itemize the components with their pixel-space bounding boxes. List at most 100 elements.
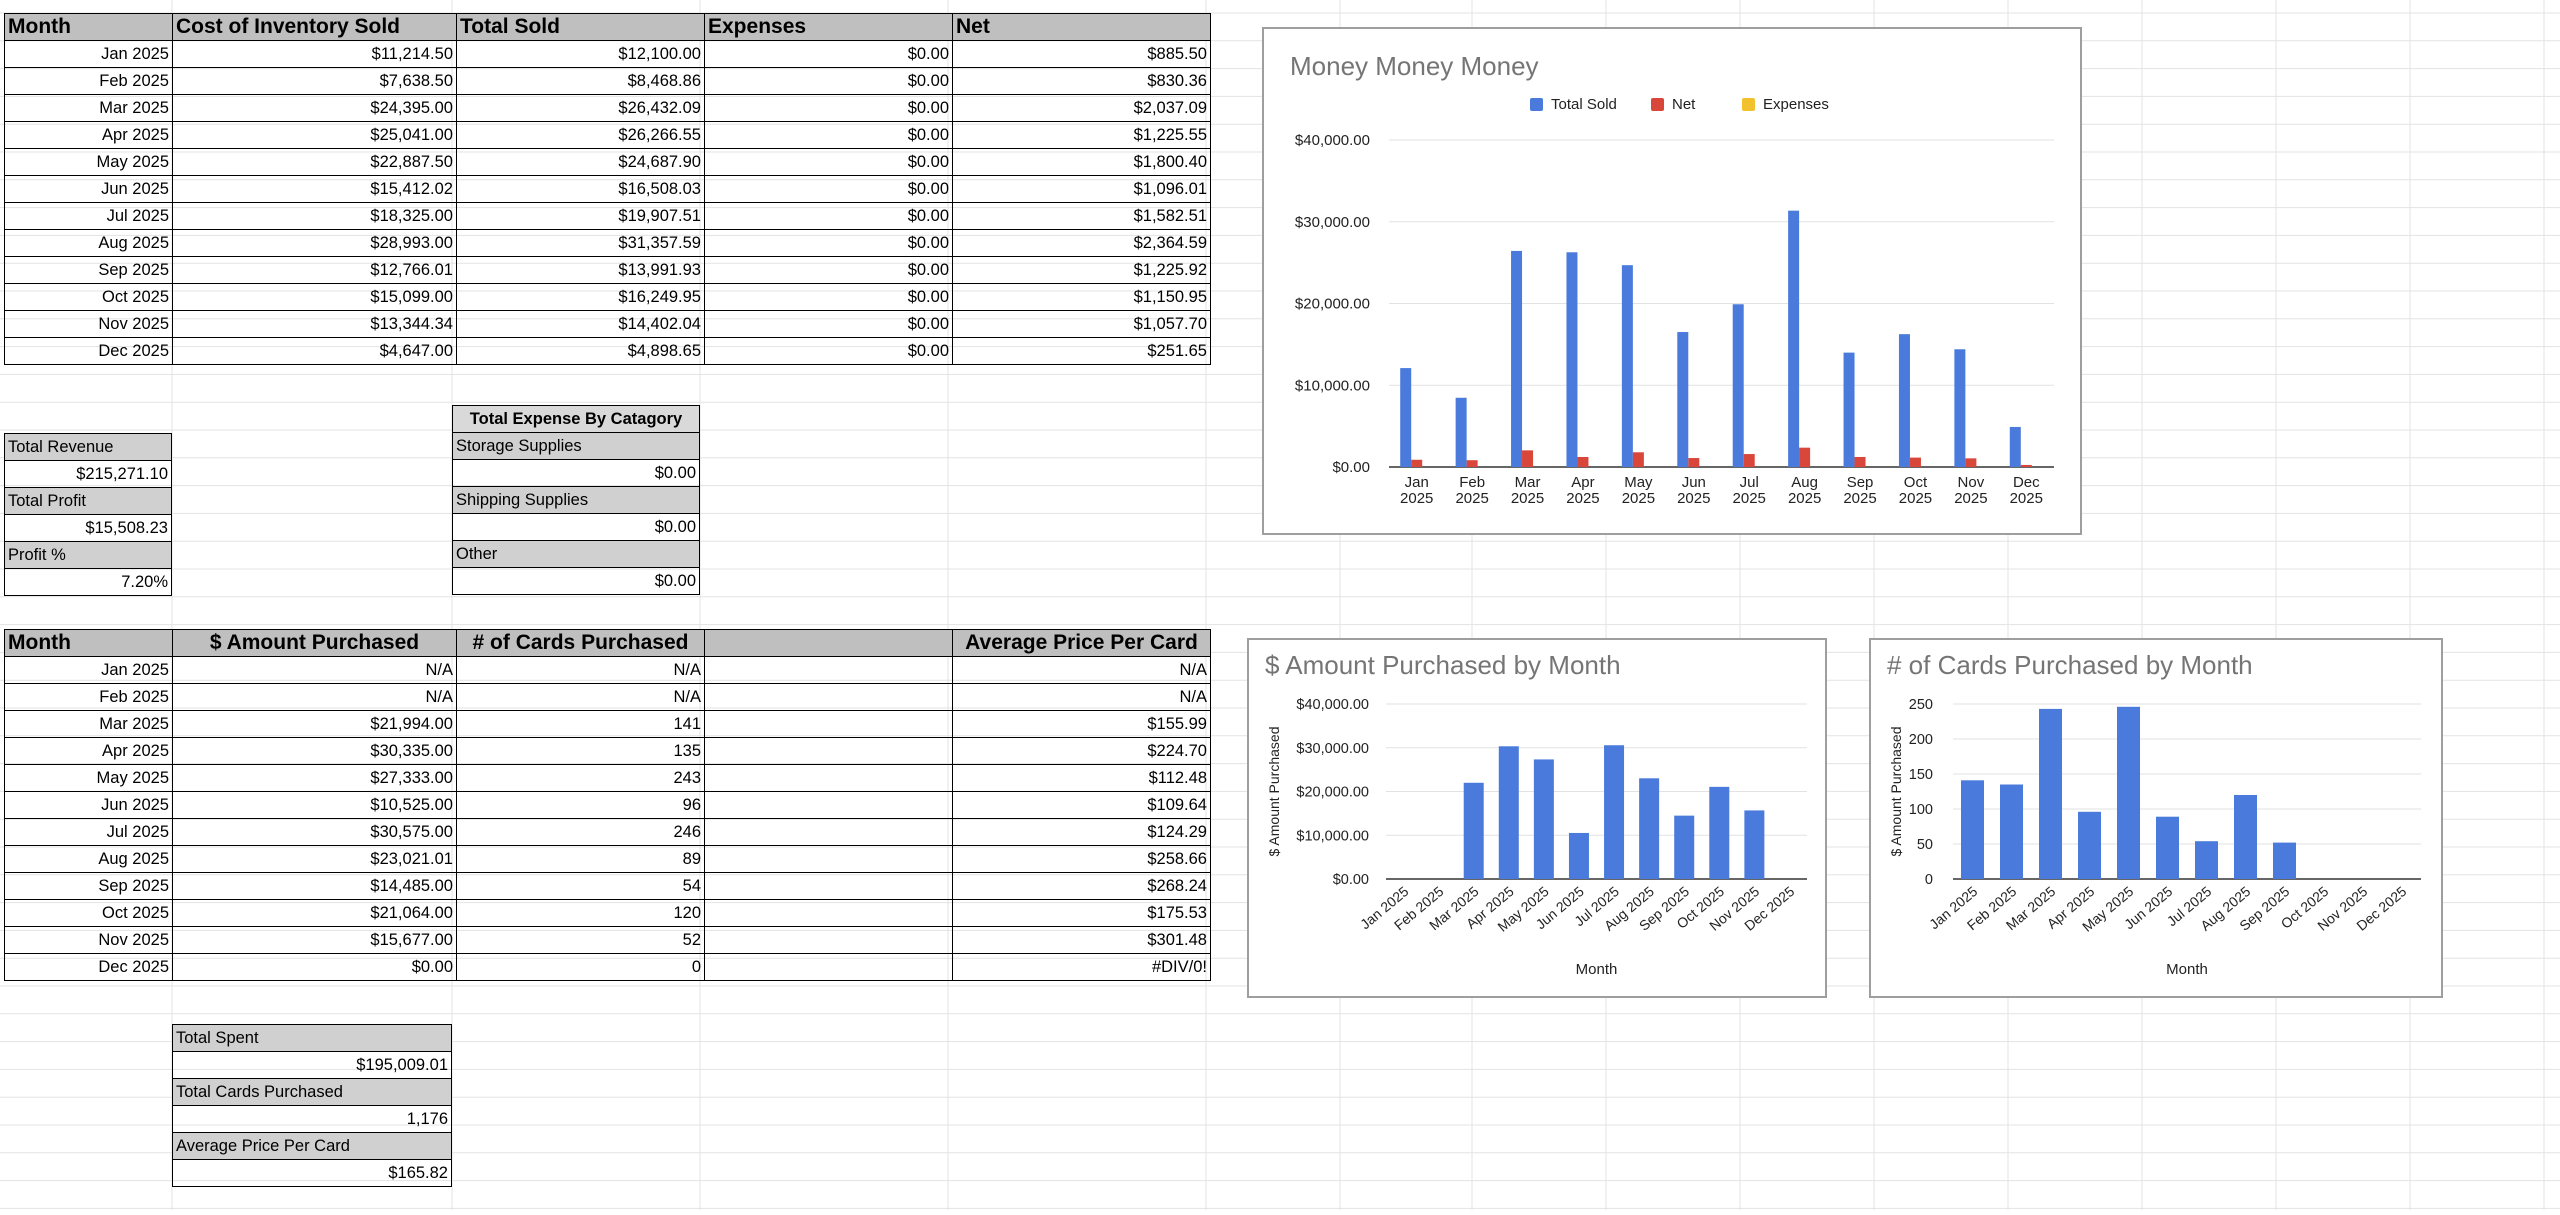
total-cards-label[interactable]: Total Cards Purchased: [172, 1078, 452, 1106]
table-cell[interactable]: $0.00: [704, 67, 953, 95]
table-cell[interactable]: $13,344.34: [172, 310, 457, 338]
table-cell[interactable]: $830.36: [952, 67, 1211, 95]
table-cell[interactable]: $24,687.90: [456, 148, 705, 176]
month-cell[interactable]: Dec 2025: [4, 953, 173, 981]
month-cell[interactable]: Jan 2025: [4, 656, 173, 684]
column-header[interactable]: [704, 629, 953, 657]
table-cell[interactable]: [704, 764, 953, 792]
table-cell[interactable]: $224.70: [952, 737, 1211, 765]
table-cell[interactable]: [704, 845, 953, 873]
table-cell[interactable]: $0.00: [704, 202, 953, 230]
avg-price-value[interactable]: $165.82: [172, 1159, 452, 1187]
column-header[interactable]: Net: [952, 13, 1211, 41]
total-spent-label[interactable]: Total Spent: [172, 1024, 452, 1052]
table-cell[interactable]: N/A: [456, 656, 705, 684]
avg-price-label[interactable]: Average Price Per Card: [172, 1132, 452, 1160]
table-cell[interactable]: [704, 791, 953, 819]
total-profit-value[interactable]: $15,508.23: [4, 514, 172, 542]
table-cell[interactable]: 243: [456, 764, 705, 792]
column-header[interactable]: $ Amount Purchased: [172, 629, 457, 657]
table-cell[interactable]: $109.64: [952, 791, 1211, 819]
table-cell[interactable]: $15,099.00: [172, 283, 457, 311]
column-header[interactable]: Month: [4, 629, 173, 657]
expense-value[interactable]: $0.00: [452, 459, 700, 487]
table-cell[interactable]: $112.48: [952, 764, 1211, 792]
table-cell[interactable]: $12,766.01: [172, 256, 457, 284]
month-cell[interactable]: Nov 2025: [4, 926, 173, 954]
table-cell[interactable]: $15,677.00: [172, 926, 457, 954]
table-cell[interactable]: $16,508.03: [456, 175, 705, 203]
month-cell[interactable]: Jun 2025: [4, 791, 173, 819]
table-cell[interactable]: $258.66: [952, 845, 1211, 873]
table-cell[interactable]: $1,582.51: [952, 202, 1211, 230]
table-cell[interactable]: $268.24: [952, 872, 1211, 900]
month-cell[interactable]: Jul 2025: [4, 818, 173, 846]
expense-value[interactable]: $0.00: [452, 513, 700, 541]
table-cell[interactable]: $26,266.55: [456, 121, 705, 149]
total-profit-label[interactable]: Total Profit: [4, 487, 172, 515]
table-cell[interactable]: N/A: [172, 683, 457, 711]
month-cell[interactable]: Aug 2025: [4, 229, 173, 257]
table-cell[interactable]: $16,249.95: [456, 283, 705, 311]
table-cell[interactable]: #DIV/0!: [952, 953, 1211, 981]
table-cell[interactable]: $31,357.59: [456, 229, 705, 257]
table-cell[interactable]: $14,402.04: [456, 310, 705, 338]
table-cell[interactable]: $0.00: [704, 175, 953, 203]
table-cell[interactable]: N/A: [172, 656, 457, 684]
table-cell[interactable]: $11,214.50: [172, 40, 457, 68]
month-cell[interactable]: Nov 2025: [4, 310, 173, 338]
table-cell[interactable]: $30,335.00: [172, 737, 457, 765]
table-cell[interactable]: $0.00: [704, 337, 953, 365]
table-cell[interactable]: $10,525.00: [172, 791, 457, 819]
table-cell[interactable]: $14,485.00: [172, 872, 457, 900]
table-cell[interactable]: 120: [456, 899, 705, 927]
total-spent-value[interactable]: $195,009.01: [172, 1051, 452, 1079]
table-cell[interactable]: $0.00: [704, 121, 953, 149]
expense-label[interactable]: Storage Supplies: [452, 432, 700, 460]
table-cell[interactable]: 89: [456, 845, 705, 873]
expense-table-title[interactable]: Total Expense By Catagory: [452, 405, 700, 433]
table-cell[interactable]: 141: [456, 710, 705, 738]
table-cell[interactable]: $24,395.00: [172, 94, 457, 122]
table-cell[interactable]: 52: [456, 926, 705, 954]
table-cell[interactable]: $2,364.59: [952, 229, 1211, 257]
table-cell[interactable]: $28,993.00: [172, 229, 457, 257]
table-cell[interactable]: [704, 926, 953, 954]
table-cell[interactable]: [704, 710, 953, 738]
table-cell[interactable]: $155.99: [952, 710, 1211, 738]
month-cell[interactable]: Apr 2025: [4, 737, 173, 765]
month-cell[interactable]: Aug 2025: [4, 845, 173, 873]
table-cell[interactable]: $19,907.51: [456, 202, 705, 230]
table-cell[interactable]: N/A: [952, 656, 1211, 684]
profit-pct-label[interactable]: Profit %: [4, 541, 172, 569]
column-header[interactable]: Expenses: [704, 13, 953, 41]
table-cell[interactable]: $0.00: [704, 229, 953, 257]
column-header[interactable]: Average Price Per Card: [952, 629, 1211, 657]
table-cell[interactable]: 135: [456, 737, 705, 765]
table-cell[interactable]: $4,647.00: [172, 337, 457, 365]
table-cell[interactable]: $18,325.00: [172, 202, 457, 230]
table-cell[interactable]: $22,887.50: [172, 148, 457, 176]
expense-label[interactable]: Other: [452, 540, 700, 568]
month-cell[interactable]: May 2025: [4, 148, 173, 176]
column-header[interactable]: Total Sold: [456, 13, 705, 41]
month-cell[interactable]: Oct 2025: [4, 899, 173, 927]
table-cell[interactable]: [704, 899, 953, 927]
month-cell[interactable]: Mar 2025: [4, 710, 173, 738]
table-cell[interactable]: $0.00: [172, 953, 457, 981]
spreadsheet-grid[interactable]: Month Cost of Inventory Sold Total Sold Exp…: [0, 0, 2560, 1210]
table-cell[interactable]: $2,037.09: [952, 94, 1211, 122]
table-cell[interactable]: $21,994.00: [172, 710, 457, 738]
table-cell[interactable]: $25,041.00: [172, 121, 457, 149]
month-cell[interactable]: Sep 2025: [4, 256, 173, 284]
table-cell[interactable]: $0.00: [704, 40, 953, 68]
month-cell[interactable]: Sep 2025: [4, 872, 173, 900]
table-cell[interactable]: $26,432.09: [456, 94, 705, 122]
table-cell[interactable]: $1,057.70: [952, 310, 1211, 338]
table-cell[interactable]: $251.65: [952, 337, 1211, 365]
table-cell[interactable]: [704, 737, 953, 765]
table-cell[interactable]: 96: [456, 791, 705, 819]
expense-label[interactable]: Shipping Supplies: [452, 486, 700, 514]
expense-value[interactable]: $0.00: [452, 567, 700, 595]
table-cell[interactable]: $27,333.00: [172, 764, 457, 792]
